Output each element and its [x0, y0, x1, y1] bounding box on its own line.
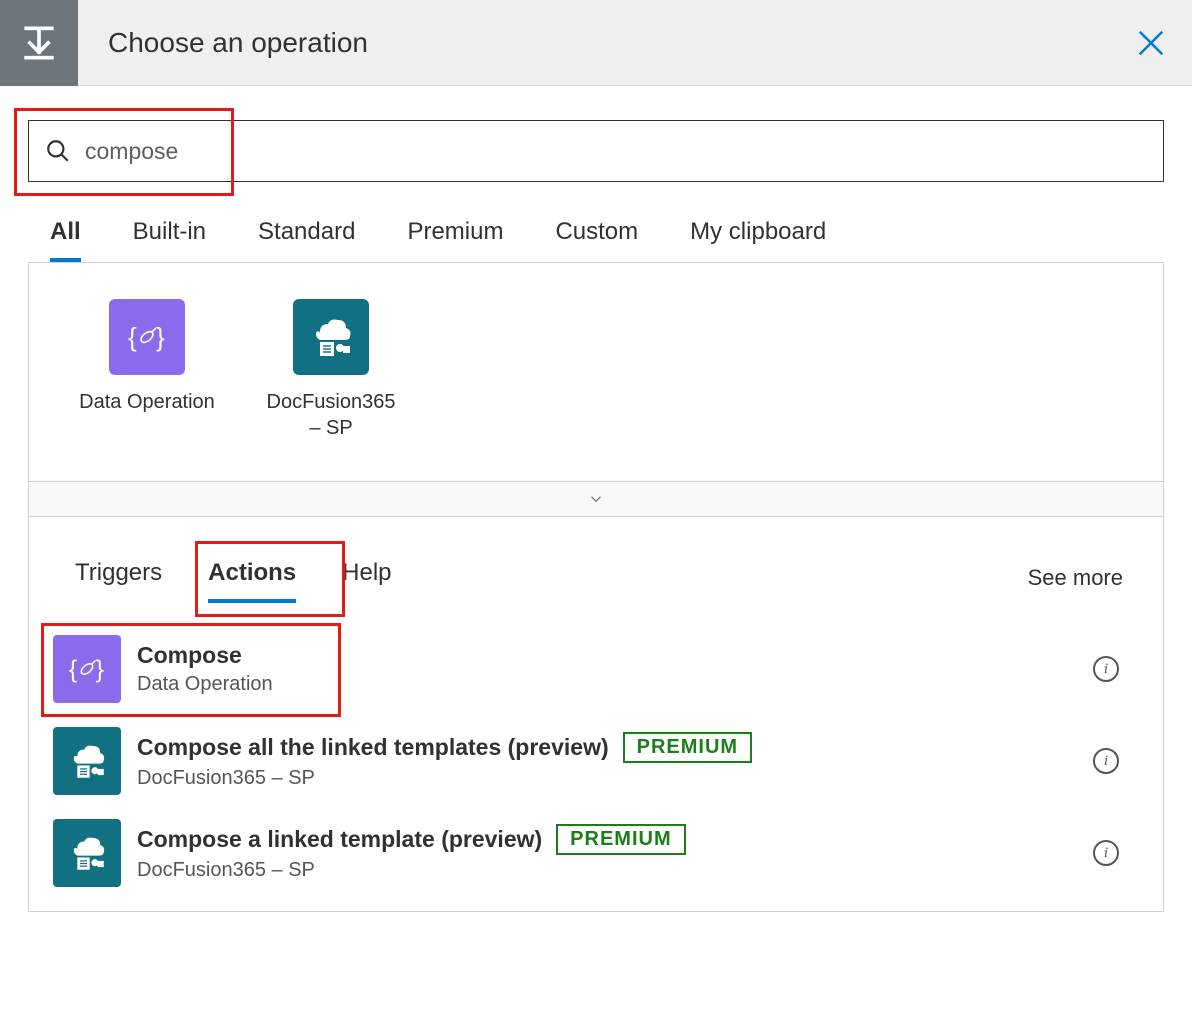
connector-label: Data Operation	[79, 389, 215, 415]
search-icon	[45, 138, 71, 164]
action-text: Compose Data Operation	[137, 642, 1093, 696]
filter-tab-standard[interactable]: Standard	[258, 218, 355, 262]
info-button[interactable]: i	[1093, 748, 1119, 774]
action-subtitle: DocFusion365 – SP	[137, 767, 1093, 790]
filter-tab-builtin[interactable]: Built-in	[133, 218, 206, 262]
filter-tab-clipboard[interactable]: My clipboard	[690, 218, 826, 262]
svg-text:{: {	[128, 322, 137, 352]
docfusion-icon	[53, 819, 121, 887]
filter-tabs: All Built-in Standard Premium Custom My …	[50, 218, 1164, 262]
filter-tab-all[interactable]: All	[50, 218, 81, 262]
action-compose[interactable]: { } Compose Data Operation i	[47, 623, 1145, 715]
search-box[interactable]	[28, 120, 1164, 182]
premium-badge: PREMIUM	[623, 732, 752, 763]
docfusion-icon	[53, 727, 121, 795]
subtab-triggers[interactable]: Triggers	[69, 553, 168, 603]
action-subtitle: DocFusion365 – SP	[137, 859, 1093, 882]
svg-text:}: }	[96, 656, 104, 684]
action-subtitle: Data Operation	[137, 673, 1093, 696]
subtab-help[interactable]: Help	[336, 553, 397, 603]
close-button[interactable]	[1136, 28, 1166, 63]
svg-text:{: {	[69, 656, 77, 684]
action-title: Compose a linked template (preview)	[137, 826, 542, 853]
action-compose-linked[interactable]: Compose a linked template (preview) PREM…	[47, 807, 1145, 899]
subtabs-row: Triggers Actions Help See more	[29, 517, 1163, 603]
connector-data-operation[interactable]: { } Data Operation	[77, 299, 217, 441]
connector-label: DocFusion365 – SP	[261, 389, 401, 441]
action-text: Compose all the linked templates (previe…	[137, 732, 1093, 790]
filter-tab-premium[interactable]: Premium	[407, 218, 503, 262]
dialog-header: Choose an operation	[0, 0, 1192, 86]
action-text: Compose a linked template (preview) PREM…	[137, 824, 1093, 882]
svg-text:}: }	[156, 322, 165, 352]
action-title: Compose all the linked templates (previe…	[137, 734, 609, 761]
action-compose-all-linked[interactable]: Compose all the linked templates (previe…	[47, 715, 1145, 807]
subtabs: Triggers Actions Help	[69, 553, 398, 603]
connector-docfusion[interactable]: DocFusion365 – SP	[261, 299, 401, 441]
info-button[interactable]: i	[1093, 840, 1119, 866]
insert-step-icon	[17, 21, 61, 65]
action-list: { } Compose Data Operation i	[29, 603, 1163, 911]
collapse-toggle[interactable]	[29, 481, 1163, 517]
filter-tab-custom[interactable]: Custom	[555, 218, 638, 262]
subtab-actions[interactable]: Actions	[202, 553, 302, 603]
action-title: Compose	[137, 642, 242, 669]
data-operation-icon: { }	[109, 299, 185, 375]
results-panel: { } Data Operation	[28, 262, 1164, 912]
search-input[interactable]	[85, 138, 1147, 165]
data-operation-icon: { }	[53, 635, 121, 703]
chevron-down-icon	[587, 490, 605, 508]
connector-grid: { } Data Operation	[29, 263, 1163, 481]
premium-badge: PREMIUM	[556, 824, 685, 855]
see-more-link[interactable]: See more	[1028, 565, 1123, 591]
dialog-title: Choose an operation	[108, 27, 368, 59]
close-icon	[1136, 28, 1166, 58]
operation-header-icon	[0, 0, 78, 86]
search-container	[28, 120, 1164, 182]
info-button[interactable]: i	[1093, 656, 1119, 682]
docfusion-icon	[293, 299, 369, 375]
